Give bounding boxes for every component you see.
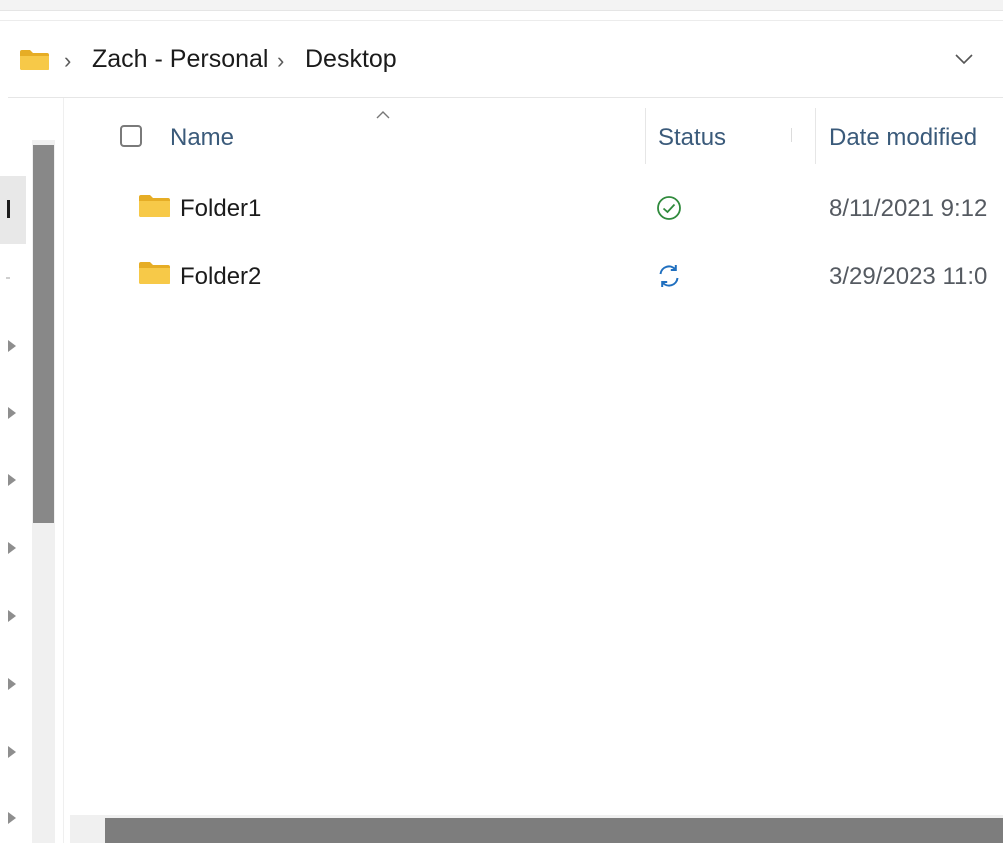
nav-selection-indicator — [7, 200, 10, 218]
column-header-status[interactable]: Status — [658, 124, 726, 152]
breadcrumb-item-desktop[interactable]: Desktop — [305, 45, 397, 74]
folder-icon — [20, 50, 49, 70]
sort-ascending-icon — [376, 111, 390, 119]
expand-arrow-icon[interactable] — [8, 678, 16, 690]
nav-item-marker — [6, 277, 10, 279]
horizontal-scrollbar-thumb[interactable] — [105, 818, 1003, 843]
nav-scrollbar-thumb[interactable] — [33, 145, 54, 523]
column-divider[interactable] — [815, 108, 816, 164]
row-name-label[interactable]: Folder1 — [180, 195, 261, 223]
row-name-label[interactable]: Folder2 — [180, 263, 261, 291]
breadcrumb-separator-icon: › — [277, 48, 285, 73]
row-date-label: 8/11/2021 9:12 — [829, 195, 988, 222]
expand-arrow-icon[interactable] — [8, 746, 16, 758]
expand-arrow-icon[interactable] — [8, 610, 16, 622]
expand-arrow-icon[interactable] — [8, 407, 16, 419]
column-divider[interactable] — [791, 128, 792, 142]
column-divider[interactable] — [645, 108, 646, 164]
column-header-name[interactable]: Name — [170, 124, 234, 152]
expand-arrow-icon[interactable] — [8, 812, 16, 824]
row-date-label: 3/29/2023 11:0 — [829, 263, 988, 290]
expand-arrow-icon[interactable] — [8, 340, 16, 352]
nav-selected-item[interactable] — [0, 176, 26, 244]
folder-icon — [139, 262, 170, 284]
synced-check-icon — [657, 196, 681, 220]
expand-arrow-icon[interactable] — [8, 474, 16, 486]
window-top-strip — [0, 0, 1003, 11]
sync-pending-icon — [659, 265, 679, 287]
breadcrumb-separator-icon: › — [64, 48, 72, 73]
chevron-down-icon[interactable] — [953, 52, 975, 66]
toolbar-divider — [0, 20, 1003, 21]
folder-icon — [139, 195, 170, 217]
expand-arrow-icon[interactable] — [8, 542, 16, 554]
select-all-checkbox[interactable] — [120, 125, 142, 147]
column-header-date-modified[interactable]: Date modified — [829, 124, 977, 152]
breadcrumb-item-zach-personal[interactable]: Zach - Personal — [92, 45, 268, 74]
